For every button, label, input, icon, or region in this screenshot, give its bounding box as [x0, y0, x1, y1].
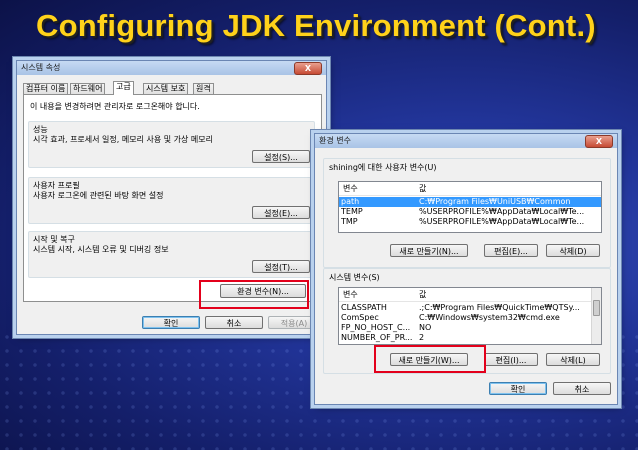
system-variables-header: 변수 값 [339, 288, 601, 302]
variable-value: NO [419, 323, 432, 332]
system-delete-button[interactable]: 삭제(L) [546, 353, 600, 366]
column-header-value[interactable]: 값 [419, 184, 426, 194]
variable-name: CLASSPATH [341, 303, 387, 312]
list-item[interactable]: ComSpec C:₩Windows₩system32₩cmd.exe [339, 313, 601, 323]
user-delete-button[interactable]: 삭제(D) [546, 244, 600, 257]
list-item[interactable]: TMP %USERPROFILE%₩AppData₩Local₩Te... [339, 217, 601, 227]
variable-name: ComSpec [341, 313, 379, 322]
cancel-button[interactable]: 취소 [205, 316, 263, 329]
env-button-highlight [199, 280, 309, 309]
performance-group: 성능 시각 효과, 프로세서 일정, 메모리 사용 및 가상 메모리 설정(S)… [28, 121, 315, 168]
variable-name: FP_NO_HOST_C... [341, 323, 411, 332]
tab-system-protection[interactable]: 시스템 보호 [143, 83, 189, 94]
list-item[interactable]: TEMP %USERPROFILE%₩AppData₩Local₩Te... [339, 207, 601, 217]
list-item[interactable]: CLASSPATH .;C:₩Program Files₩QuickTime₩Q… [339, 303, 601, 313]
env-close-button[interactable]: X [585, 135, 613, 148]
column-header-variable[interactable]: 변수 [343, 290, 358, 300]
system-list-scrollbar[interactable] [591, 288, 601, 344]
startup-recovery-group: 시작 및 복구 시스템 시작, 시스템 오류 및 디버깅 정보 설정(T)... [28, 231, 315, 278]
environment-variables-titlebar[interactable]: 환경 변수 X [315, 134, 617, 148]
env-cancel-button[interactable]: 취소 [553, 382, 611, 395]
system-variables-label: 시스템 변수(S) [329, 273, 380, 282]
user-edit-button[interactable]: 편집(E)... [484, 244, 538, 257]
variable-value: .;C:₩Program Files₩QuickTime₩QTSy... [419, 303, 580, 312]
user-variables-list[interactable]: 변수 값 path C:₩Program Files₩UniUSB₩Common… [338, 181, 602, 233]
user-profiles-settings-button[interactable]: 설정(E)... [252, 206, 310, 219]
list-item[interactable]: FP_NO_HOST_C... NO [339, 323, 601, 333]
variable-value: %USERPROFILE%₩AppData₩Local₩Te... [419, 207, 585, 216]
env-ok-button[interactable]: 확인 [489, 382, 547, 395]
variable-value: 2 [419, 333, 425, 342]
list-item[interactable]: path C:₩Program Files₩UniUSB₩Common [339, 197, 601, 207]
apply-button[interactable]: 적용(A) [268, 316, 320, 329]
tab-hardware[interactable]: 하드웨어 [70, 83, 106, 94]
system-variables-list[interactable]: 변수 값 CLASSPATH .;C:₩Program Files₩QuickT… [338, 287, 602, 345]
variable-name: NUMBER_OF_PR... [341, 333, 413, 342]
performance-description: 시각 효과, 프로세서 일정, 메모리 사용 및 가상 메모리 [33, 135, 213, 144]
env-dialog-title: 환경 변수 [319, 136, 351, 145]
variable-name: TMP [341, 217, 358, 226]
user-variables-label: shining에 대한 사용자 변수(U) [329, 163, 437, 172]
ok-button[interactable]: 확인 [142, 316, 200, 329]
column-header-variable[interactable]: 변수 [343, 184, 358, 194]
close-button[interactable]: X [294, 62, 322, 75]
admin-notice: 이 내용을 변경하려면 관리자로 로그온해야 합니다. [30, 102, 200, 111]
user-profiles-group: 사용자 프로필 사용자 로그온에 관련된 바탕 화면 설정 설정(E)... [28, 177, 315, 224]
dialog-title: 시스템 속성 [21, 63, 61, 72]
slide-title: Configuring JDK Environment (Cont.) [36, 8, 596, 43]
startup-recovery-description: 시스템 시작, 시스템 오류 및 디버깅 정보 [33, 245, 169, 254]
scrollbar-thumb[interactable] [593, 300, 600, 316]
user-profiles-description: 사용자 로그온에 관련된 바탕 화면 설정 [33, 191, 164, 200]
user-variables-header: 변수 값 [339, 182, 601, 196]
variable-name: TEMP [341, 207, 363, 216]
system-new-button-highlight [374, 345, 486, 373]
user-variables-group: shining에 대한 사용자 변수(U) 변수 값 path C:₩Progr… [323, 158, 611, 268]
variable-value: C:₩Program Files₩UniUSB₩Common [419, 197, 571, 206]
system-properties-titlebar[interactable]: 시스템 속성 X [17, 61, 326, 75]
tab-advanced[interactable]: 고급 [113, 81, 134, 95]
startup-recovery-settings-button[interactable]: 설정(T)... [252, 260, 310, 273]
variable-name: path [341, 197, 360, 206]
tab-computer-name[interactable]: 컴퓨터 이름 [23, 83, 69, 94]
tab-remote[interactable]: 원격 [193, 83, 214, 94]
variable-value: %USERPROFILE%₩AppData₩Local₩Te... [419, 217, 585, 226]
column-header-value[interactable]: 값 [419, 290, 426, 300]
list-item[interactable]: NUMBER_OF_PR... 2 [339, 333, 601, 343]
advanced-tab-panel: 이 내용을 변경하려면 관리자로 로그온해야 합니다. 성능 시각 효과, 프로… [23, 94, 322, 302]
system-edit-button[interactable]: 편집(I)... [484, 353, 538, 366]
performance-settings-button[interactable]: 설정(S)... [252, 150, 310, 163]
variable-value: C:₩Windows₩system32₩cmd.exe [419, 313, 560, 322]
user-new-button[interactable]: 새로 만들기(N)... [390, 244, 468, 257]
